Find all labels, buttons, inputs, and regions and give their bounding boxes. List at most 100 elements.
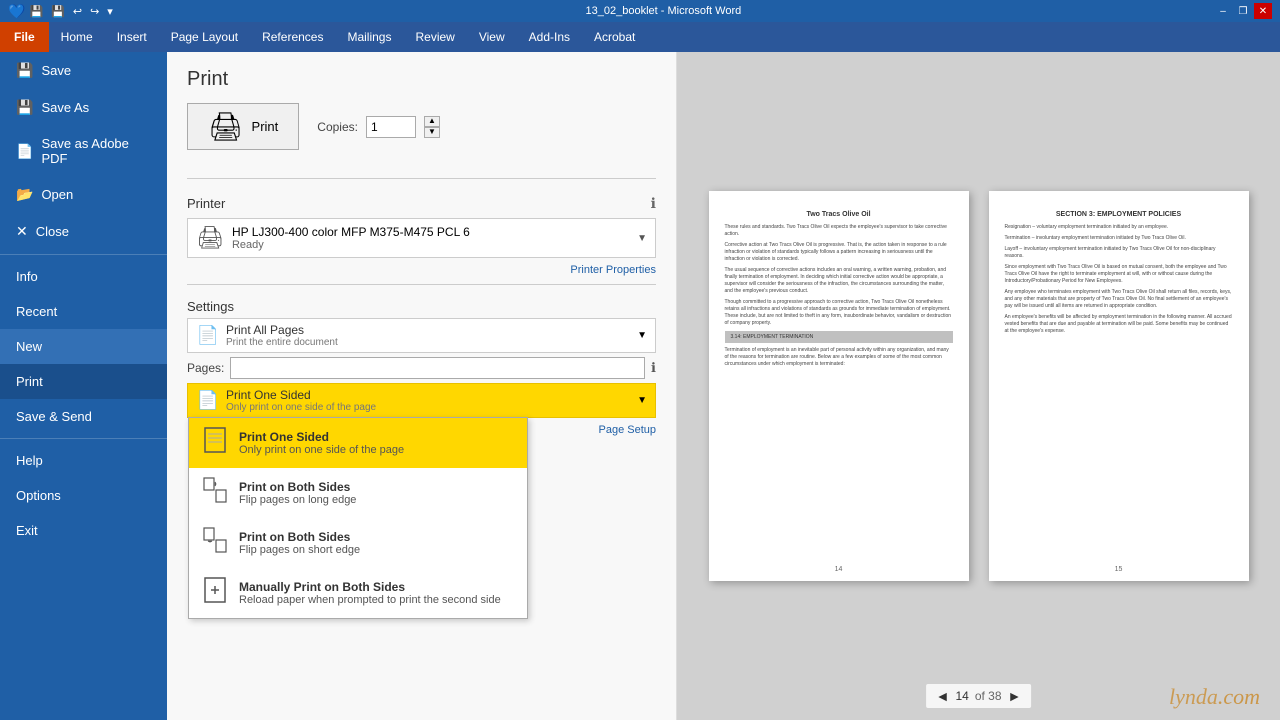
sidebar-item-open[interactable]: 📂 Open bbox=[0, 176, 167, 213]
dropdown-icon-both-long bbox=[201, 476, 229, 510]
left-page-highlight: 3.14: EMPLOYMENT TERMINATION bbox=[725, 331, 953, 343]
next-page-button[interactable]: ► bbox=[1008, 688, 1022, 704]
sidebar-item-help[interactable]: Help bbox=[0, 443, 167, 478]
sidebar-item-label-options: Options bbox=[16, 488, 61, 503]
tab-view[interactable]: View bbox=[467, 22, 517, 52]
sidebar-item-save-send[interactable]: Save & Send bbox=[0, 399, 167, 434]
dropdown-item-sub-both-short: Flip pages on short edge bbox=[239, 544, 515, 556]
setting-print-pages-sub: Print the entire document bbox=[226, 337, 631, 348]
tab-review[interactable]: Review bbox=[403, 22, 466, 52]
right-para-4: Since employment with Two Tracs Olive Oi… bbox=[1005, 264, 1233, 285]
printer-info-icon[interactable]: ℹ bbox=[651, 195, 656, 212]
dropdown-item-main-manual: Manually Print on Both Sides bbox=[239, 580, 515, 594]
sidebar-item-print[interactable]: Print bbox=[0, 364, 167, 399]
print-pages-arrow: ▼ bbox=[637, 330, 647, 341]
dropdown-item-both-short[interactable]: Print on Both Sides Flip pages on short … bbox=[189, 518, 527, 568]
printer-info: HP LJ300-400 color MFP M375-M475 PCL 6 R… bbox=[232, 225, 629, 251]
ribbon: File Home Insert Page Layout References … bbox=[0, 22, 1280, 52]
dropdown-item-sub-both-long: Flip pages on long edge bbox=[239, 494, 515, 506]
dropdown-item-main-both-short: Print on Both Sides bbox=[239, 530, 515, 544]
watermark-suffix: .com bbox=[1218, 684, 1260, 709]
setting-duplex[interactable]: 📄 Print One Sided Only print on one side… bbox=[187, 383, 656, 418]
dropdown-item-text-manual: Manually Print on Both Sides Reload pape… bbox=[239, 580, 515, 606]
right-para-1: Resignation – voluntary employment termi… bbox=[1005, 224, 1233, 231]
total-pages: of 38 bbox=[975, 689, 1002, 703]
sidebar-item-label-exit: Exit bbox=[16, 523, 38, 538]
backstage-sidebar: 💾 Save 💾 Save As 📄 Save as Adobe PDF 📂 O… bbox=[0, 52, 167, 720]
divider-1 bbox=[187, 178, 656, 179]
sidebar-item-new[interactable]: New bbox=[0, 329, 167, 364]
pages-label: Pages: bbox=[187, 361, 224, 375]
printer-properties-link[interactable]: Printer Properties bbox=[187, 264, 656, 276]
setting-print-pages[interactable]: 📄 Print All Pages Print the entire docum… bbox=[187, 318, 656, 353]
right-para-2: Termination – involuntary employment ter… bbox=[1005, 235, 1233, 242]
window-controls[interactable]: – ❐ ✕ bbox=[1214, 3, 1272, 19]
restore-button[interactable]: ❐ bbox=[1234, 3, 1252, 19]
pages-input[interactable] bbox=[230, 357, 645, 379]
sidebar-item-save[interactable]: 💾 Save bbox=[0, 52, 167, 89]
page-preview-right: SECTION 3: EMPLOYMENT POLICIES Resignati… bbox=[989, 191, 1249, 581]
pages-info-icon[interactable]: ℹ bbox=[651, 360, 656, 376]
prev-page-button[interactable]: ◄ bbox=[936, 688, 950, 704]
print-button[interactable]: 🖨 Print bbox=[187, 103, 299, 150]
sidebar-item-save-pdf[interactable]: 📄 Save as Adobe PDF bbox=[0, 126, 167, 176]
tab-addins[interactable]: Add-Ins bbox=[517, 22, 582, 52]
pages-container: Two Tracs Olive Oil These rules and stan… bbox=[709, 191, 1249, 581]
left-para-2: Corrective action at Two Tracs Olive Oil… bbox=[725, 242, 953, 263]
right-para-6: An employee's benefits will be affected … bbox=[1005, 314, 1233, 335]
setting-print-pages-main: Print All Pages bbox=[226, 323, 631, 337]
print-panel: Print 🖨 Print Copies: ▲ ▼ Printer ℹ 🖨 bbox=[167, 52, 677, 720]
setting-duplex-main: Print One Sided bbox=[226, 388, 631, 402]
dropdown-item-one-sided[interactable]: Print One Sided Only print on one side o… bbox=[189, 418, 527, 468]
print-pages-icon: 📄 bbox=[196, 325, 220, 346]
close-button[interactable]: ✕ bbox=[1254, 3, 1272, 19]
tab-page-layout[interactable]: Page Layout bbox=[159, 22, 250, 52]
dropdown-icon-both-short bbox=[201, 526, 229, 560]
dropdown-item-text-both-long: Print on Both Sides Flip pages on long e… bbox=[239, 480, 515, 506]
window-title: 13_02_booklet - Microsoft Word bbox=[586, 5, 742, 17]
copies-increment[interactable]: ▲ bbox=[424, 116, 440, 127]
tab-insert[interactable]: Insert bbox=[105, 22, 159, 52]
left-para-3: The usual sequence of corrective actions… bbox=[725, 267, 953, 295]
tab-acrobat[interactable]: Acrobat bbox=[582, 22, 647, 52]
print-icon: 🖨 bbox=[208, 110, 244, 143]
sidebar-item-label-help: Help bbox=[16, 453, 43, 468]
tab-mailings[interactable]: Mailings bbox=[335, 22, 403, 52]
sidebar-item-label-open: Open bbox=[41, 187, 73, 202]
dropdown-icon-one-sided bbox=[201, 426, 229, 460]
copies-label: Copies: bbox=[317, 120, 358, 134]
tab-home[interactable]: Home bbox=[49, 22, 105, 52]
sidebar-item-exit[interactable]: Exit bbox=[0, 513, 167, 548]
right-para-3: Layoff – involuntary employment terminat… bbox=[1005, 246, 1233, 260]
watermark-text: lynda bbox=[1169, 684, 1218, 709]
left-page-number: 14 bbox=[835, 566, 843, 573]
tab-references[interactable]: References bbox=[250, 22, 335, 52]
printer-row[interactable]: 🖨 HP LJ300-400 color MFP M375-M475 PCL 6… bbox=[187, 218, 656, 258]
sidebar-item-label-close: Close bbox=[36, 224, 69, 239]
left-after-highlight: Termination of employment is an inevitab… bbox=[725, 347, 953, 368]
settings-label: Settings bbox=[167, 293, 676, 318]
printer-dropdown-arrow[interactable]: ▼ bbox=[637, 233, 647, 244]
dropdown-item-main-one-sided: Print One Sided bbox=[239, 430, 515, 444]
copies-input[interactable] bbox=[366, 116, 416, 138]
toolbar-area: 💙 💾 💾 ↩ ↪ ▾ bbox=[8, 3, 113, 20]
sidebar-item-label-info: Info bbox=[16, 269, 38, 284]
sidebar-item-recent[interactable]: Recent bbox=[0, 294, 167, 329]
left-para-1: These rules and standards. Two Tracs Oli… bbox=[725, 224, 953, 238]
sidebar-item-close[interactable]: ✕ Close bbox=[0, 213, 167, 250]
page-navigation: ◄ 14 of 38 ► bbox=[926, 684, 1032, 708]
setting-duplex-sub: Only print on one side of the page bbox=[226, 402, 631, 413]
dropdown-item-both-long[interactable]: Print on Both Sides Flip pages on long e… bbox=[189, 468, 527, 518]
sidebar-item-options[interactable]: Options bbox=[0, 478, 167, 513]
minimize-button[interactable]: – bbox=[1214, 3, 1232, 19]
tab-file[interactable]: File bbox=[0, 22, 49, 52]
dropdown-item-main-both-long: Print on Both Sides bbox=[239, 480, 515, 494]
dropdown-item-manual[interactable]: Manually Print on Both Sides Reload pape… bbox=[189, 568, 527, 618]
sidebar-item-info[interactable]: Info bbox=[0, 259, 167, 294]
dropdown-item-text-one-sided: Print One Sided Only print on one side o… bbox=[239, 430, 515, 456]
sidebar-item-save-as[interactable]: 💾 Save As bbox=[0, 89, 167, 126]
left-page-title: Two Tracs Olive Oil bbox=[725, 211, 953, 218]
left-para-4: Though committed to a progressive approa… bbox=[725, 299, 953, 327]
print-copies-row: 🖨 Print Copies: ▲ ▼ bbox=[187, 103, 656, 150]
copies-decrement[interactable]: ▼ bbox=[424, 127, 440, 138]
